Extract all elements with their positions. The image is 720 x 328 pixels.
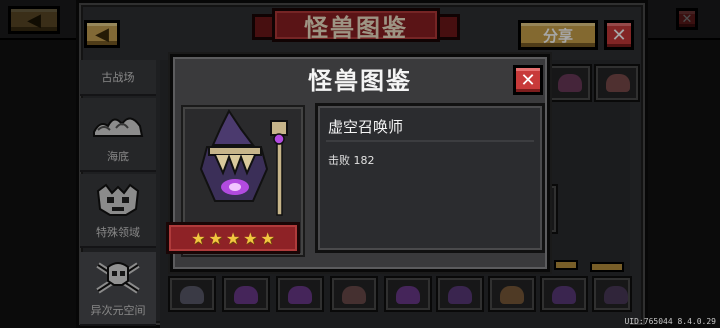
star-icon: ★ (208, 228, 223, 248)
star-rating: ★ ★ ★ ★ ★ (166, 222, 300, 254)
divider (326, 140, 534, 142)
monster-info-panel: 虚空召唤师 击败 182 (315, 103, 545, 253)
star-icon: ★ (260, 228, 275, 248)
void-summoner-portrait-icon (199, 109, 288, 216)
star-icon: ★ (243, 228, 258, 248)
monster-name: 虚空召唤师 (328, 118, 404, 136)
modal-title: 怪兽图鉴 (308, 67, 412, 95)
kill-count: 击败 182 (328, 154, 375, 167)
modal-close-button[interactable]: ✕ (513, 65, 543, 95)
star-icon: ★ (191, 228, 206, 248)
close-icon: ✕ (520, 69, 536, 91)
star-icon: ★ (225, 228, 241, 248)
uid-version-label: UID:765044 8.4.0.29 (624, 317, 716, 326)
